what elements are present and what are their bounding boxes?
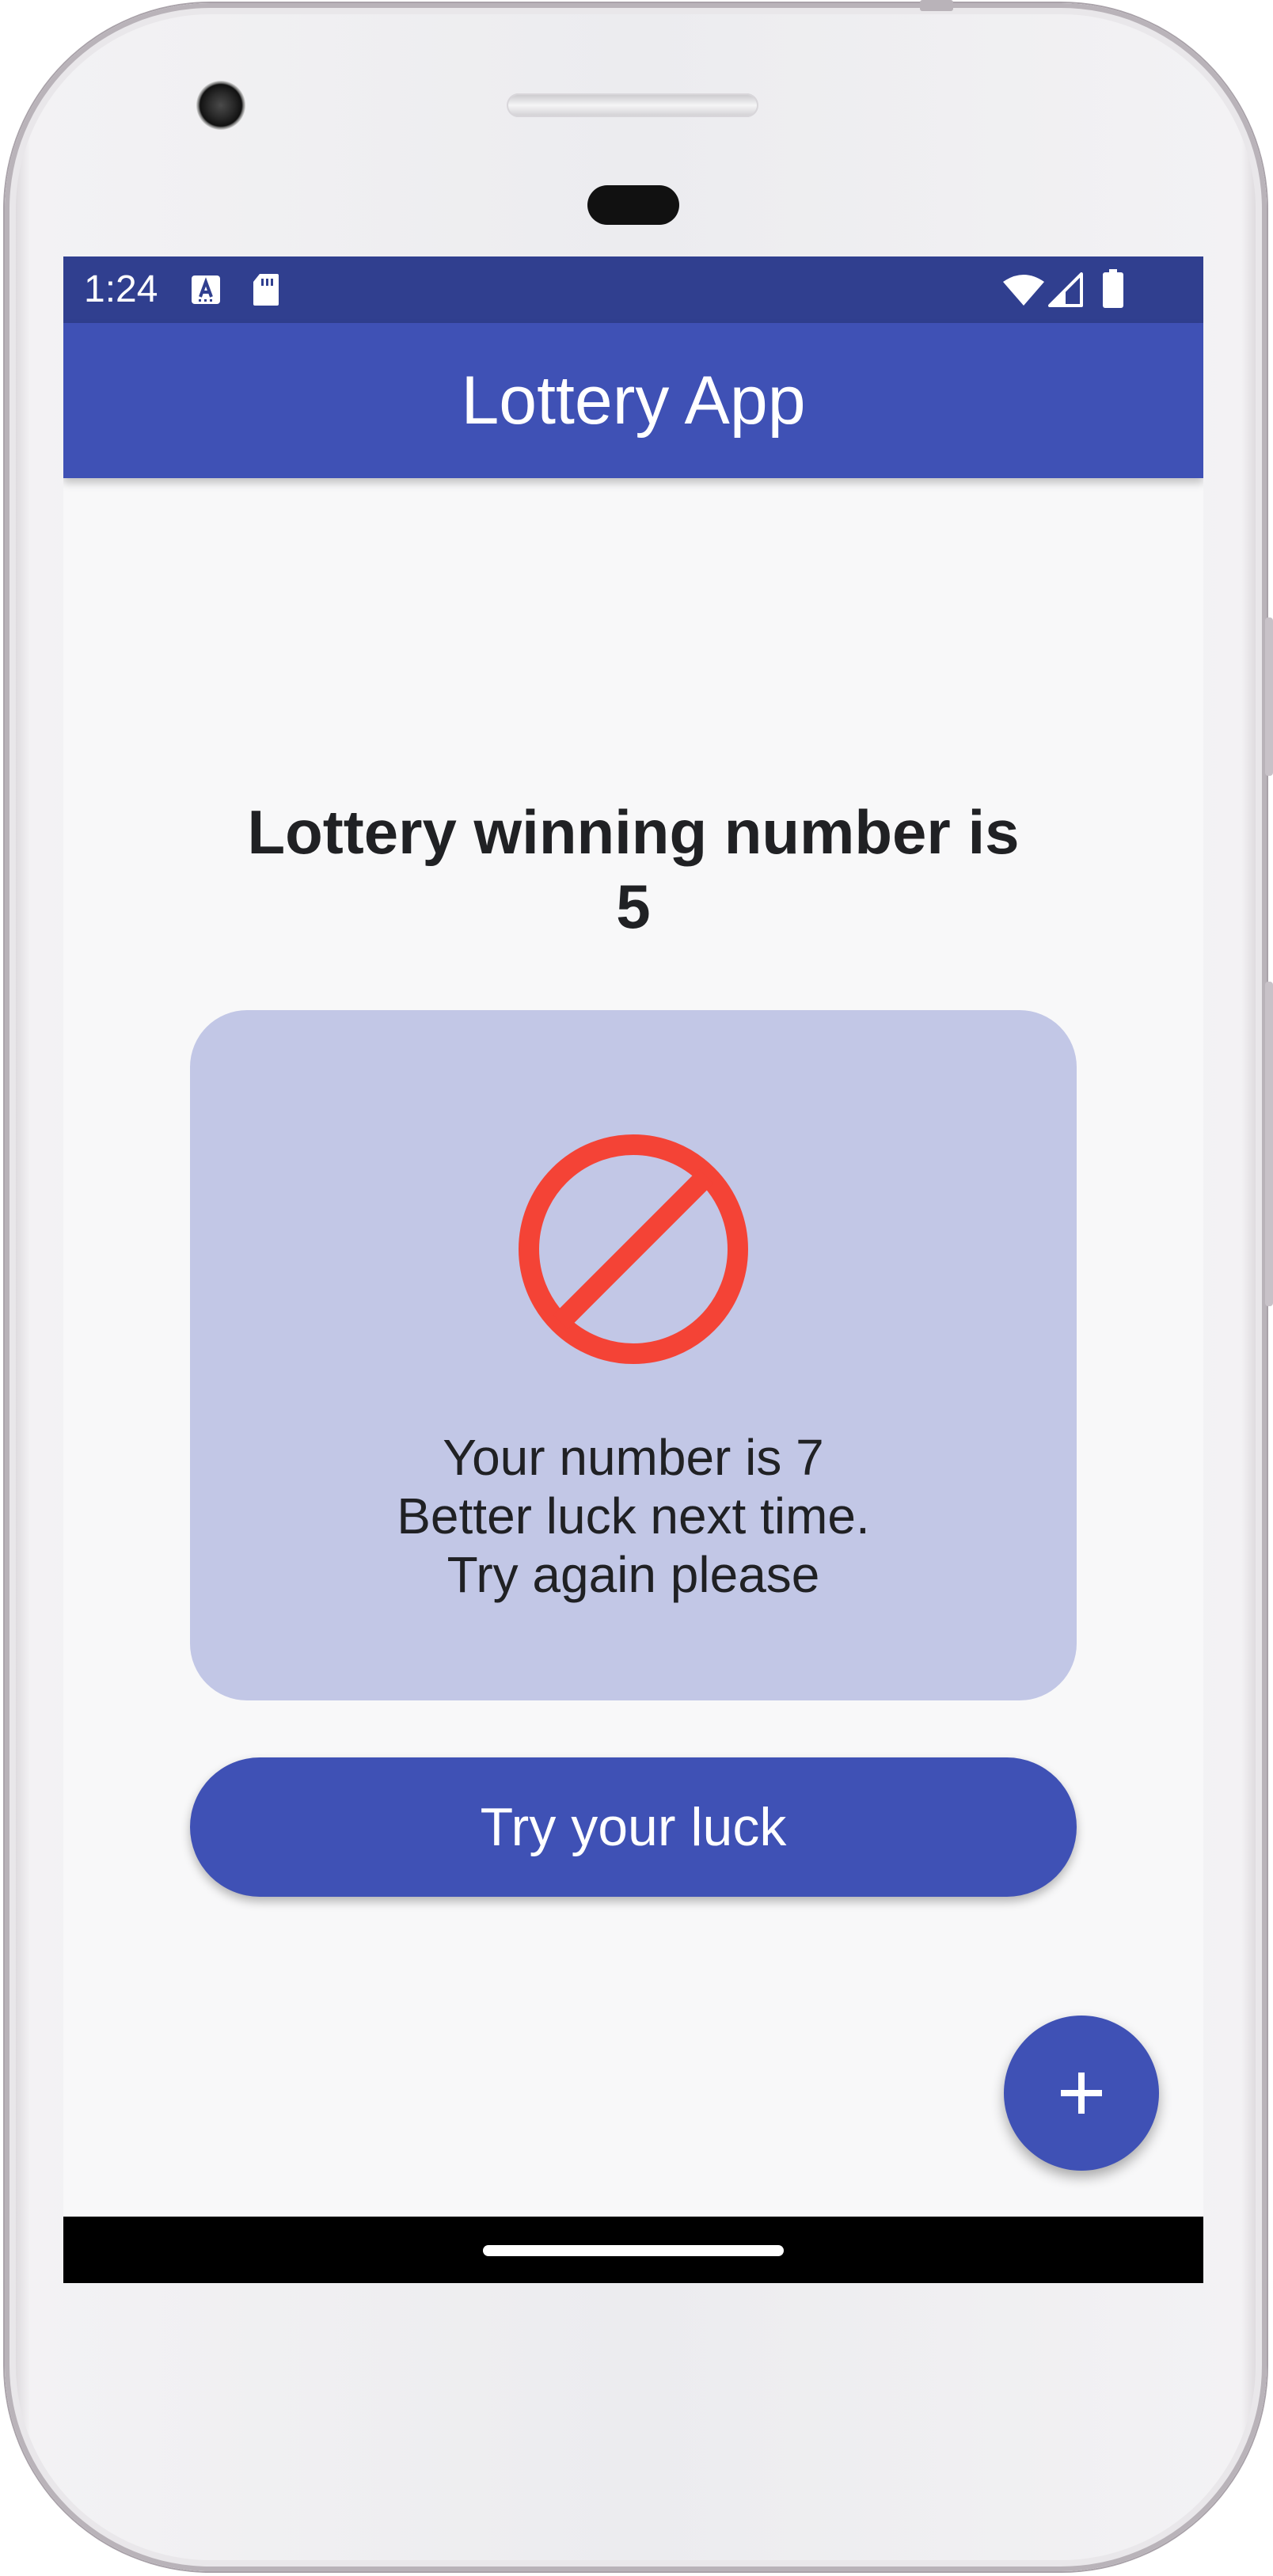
result-line-better-luck: Better luck next time.	[397, 1487, 870, 1544]
speaker-grille	[507, 93, 758, 117]
app-bar: Lottery App	[63, 323, 1203, 478]
earpiece-sensor	[587, 185, 679, 225]
phone-screen: 1:24 Lottery App Lottery winning number …	[63, 256, 1203, 2283]
winning-number-heading: Lottery winning number is 5	[182, 795, 1085, 944]
status-bar: 1:24	[63, 256, 1203, 323]
volume-button	[1265, 982, 1273, 1306]
wifi-icon	[1003, 275, 1044, 306]
home-gesture-handle[interactable]	[483, 2245, 784, 2256]
app-title: Lottery App	[461, 363, 806, 439]
plus-icon	[1061, 2073, 1102, 2114]
power-button	[1265, 617, 1273, 776]
front-camera	[196, 81, 245, 130]
result-message: Your number is 7 Better luck next time. …	[190, 1428, 1077, 1604]
top-hardware-button	[920, 0, 953, 11]
result-line-your-number: Your number is 7	[443, 1429, 824, 1486]
status-time: 1:24	[84, 268, 158, 310]
winning-number-label: Lottery winning number is	[247, 797, 1020, 867]
navigation-bar	[63, 2217, 1203, 2283]
battery-icon	[1103, 269, 1123, 308]
add-fab-button[interactable]	[1004, 2016, 1159, 2171]
try-your-luck-button[interactable]: Try your luck	[190, 1757, 1077, 1897]
winning-number-value: 5	[616, 872, 651, 941]
result-card: Your number is 7 Better luck next time. …	[190, 1010, 1077, 1700]
cellular-signal-icon	[1048, 272, 1083, 307]
result-line-try-again: Try again please	[446, 1546, 820, 1603]
font-notification-icon	[192, 275, 220, 304]
sd-card-icon	[253, 274, 279, 306]
block-icon	[519, 1134, 748, 1364]
